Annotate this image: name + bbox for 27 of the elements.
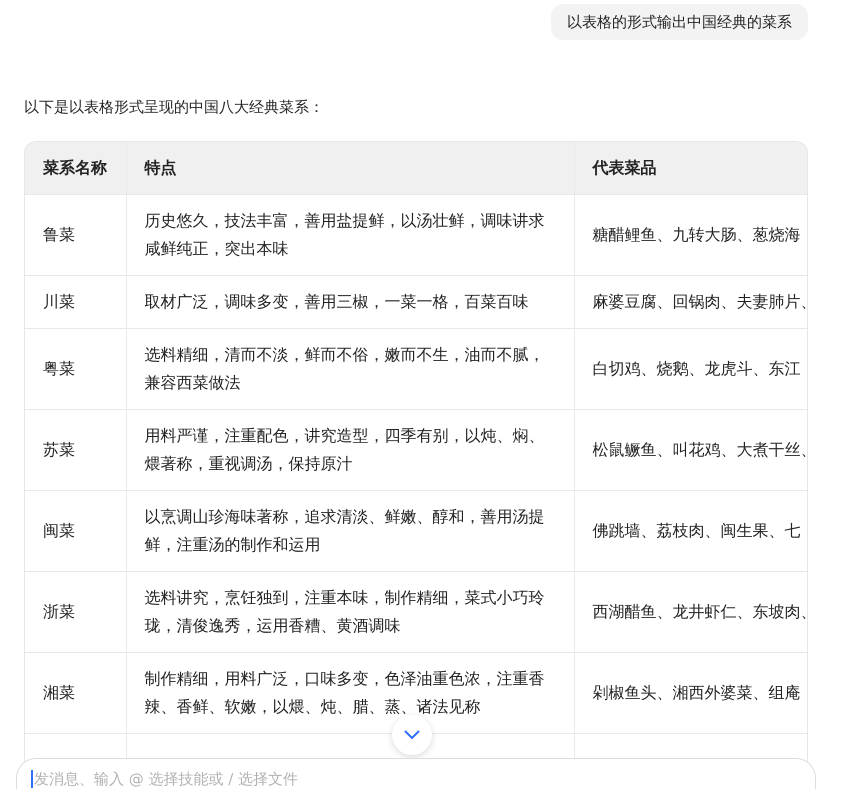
cuisine-name-cell: 鲁菜 — [25, 194, 126, 275]
dishes-cell: 剁椒鱼头、湘西外婆菜、组庵 — [574, 652, 807, 733]
cuisine-name-cell: 闽菜 — [25, 490, 126, 571]
features-cell: 以烹调山珍海味著称，追求清淡、鲜嫩、醇和，善用汤提鲜，注重汤的制作和运用 — [126, 490, 574, 571]
dishes-cell: 糖醋鲤鱼、九转大肠、葱烧海 — [574, 194, 807, 275]
dishes-cell: 麻婆豆腐、回锅肉、夫妻肺片、 — [574, 275, 807, 328]
cuisine-name-cell: 湘菜 — [25, 652, 126, 733]
features-cell: 选料讲究，烹饪独到，注重本味，制作精细，菜式小巧玲珑，清俊逸秀，运用香糟、黄酒调味 — [126, 571, 574, 652]
cuisine-name-cell: 浙菜 — [25, 571, 126, 652]
column-header: 菜系名称 — [25, 142, 126, 194]
chevron-down-icon — [404, 730, 420, 740]
dishes-cell: 佛跳墙、荔枝肉、闽生果、七 — [574, 490, 807, 571]
cuisine-name-cell: 川菜 — [25, 275, 126, 328]
features-cell: 历史悠久，技法丰富，善用盐提鲜，以汤壮鲜，调味讲求咸鲜纯正，突出本味 — [126, 194, 574, 275]
dishes-cell: 松鼠鳜鱼、叫花鸡、大煮干丝、 — [574, 409, 807, 490]
user-message: 以表格的形式输出中国经典的菜系 — [551, 4, 808, 40]
features-cell: 用料严谨，注重配色，讲究造型，四季有别，以炖、焖、煨著称，重视调汤，保持原汁 — [126, 409, 574, 490]
column-header: 特点 — [126, 142, 574, 194]
features-cell: 选料精细，清而不淡，鲜而不俗，嫩而不生，油而不腻，兼容西菜做法 — [126, 328, 574, 409]
features-cell: 取材广泛，调味多变，善用三椒，一菜一格，百菜百味 — [126, 275, 574, 328]
dishes-cell: 白切鸡、烧鹅、龙虎斗、东江 — [574, 328, 807, 409]
scroll-down-button[interactable] — [392, 715, 432, 755]
intro-text: 以下是以表格形式呈现的中国八大经典菜系： — [24, 97, 325, 118]
cuisine-name-cell: 苏菜 — [25, 409, 126, 490]
column-header: 代表菜品 — [574, 142, 807, 194]
dishes-cell: 西湖醋鱼、龙井虾仁、东坡肉、 — [574, 571, 807, 652]
cuisine-name-cell: 粤菜 — [25, 328, 126, 409]
